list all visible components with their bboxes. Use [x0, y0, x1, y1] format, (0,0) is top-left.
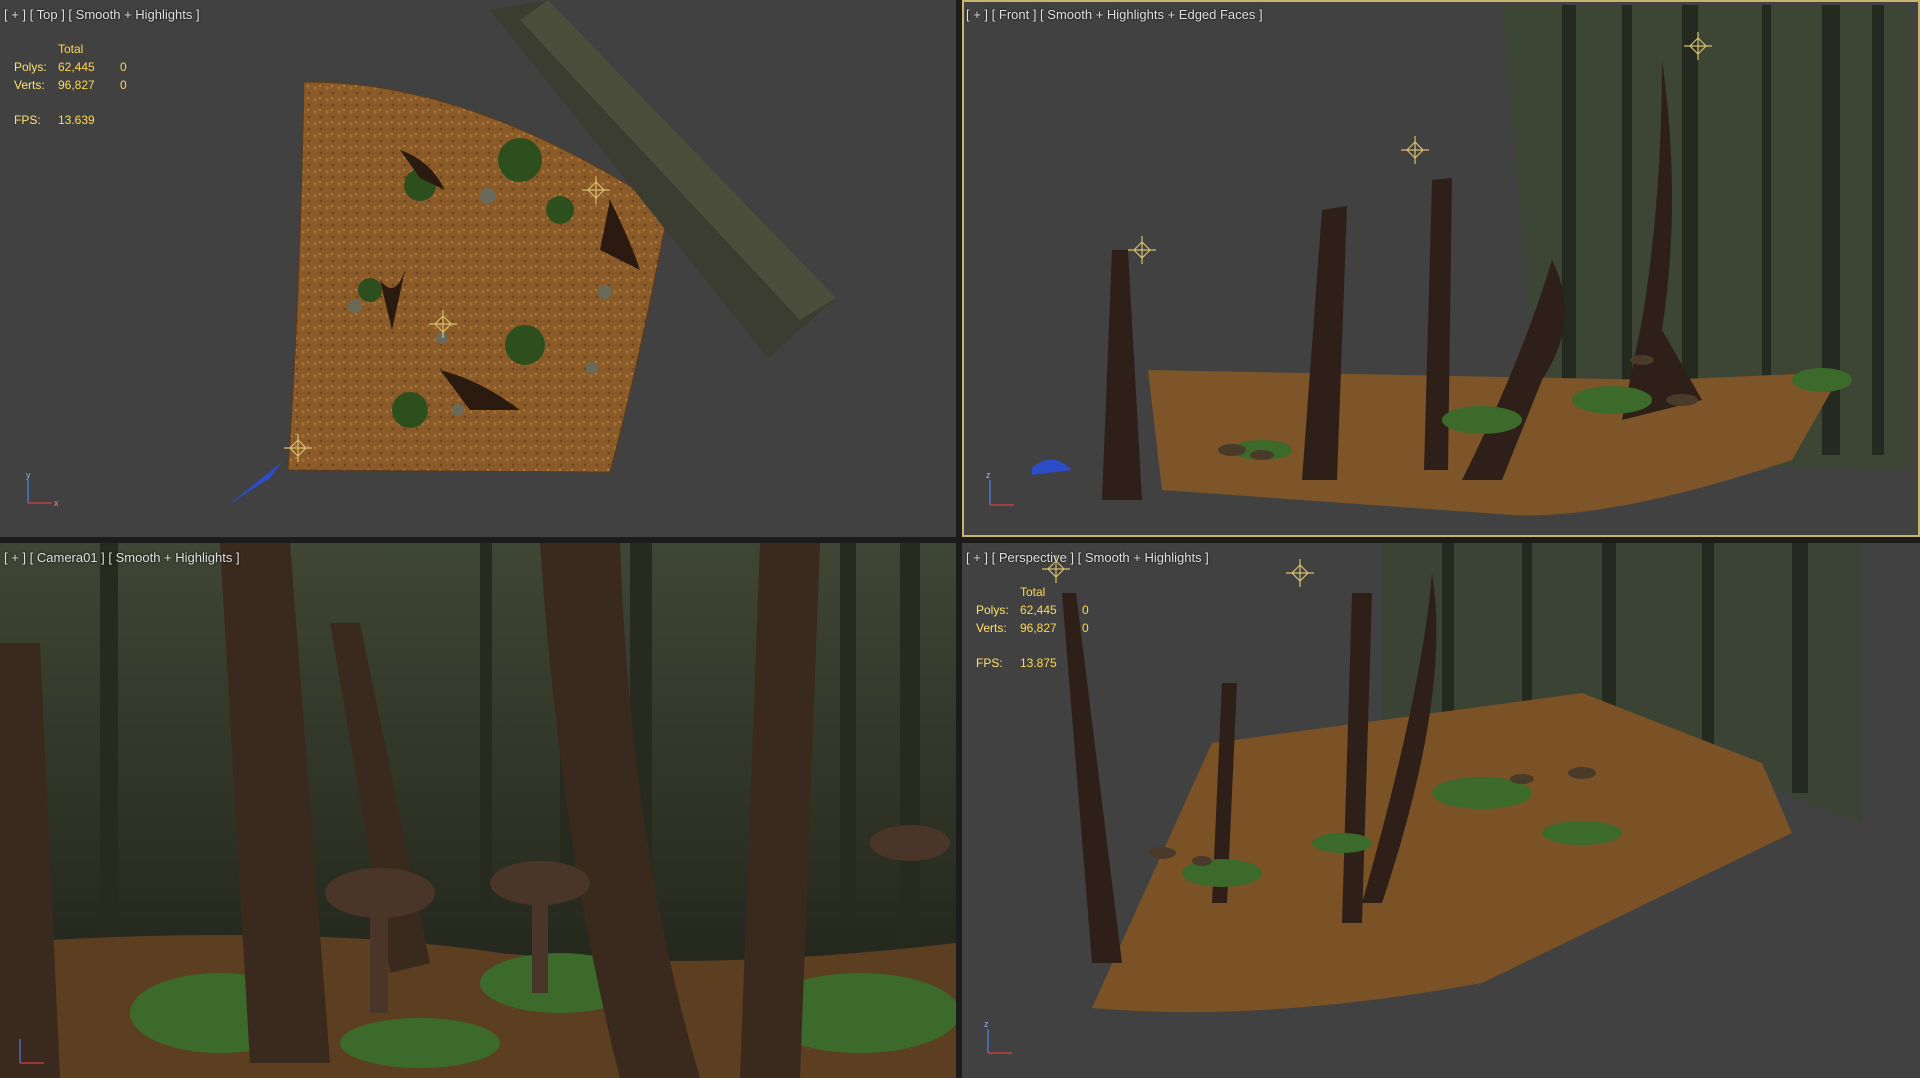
- stats-fps-row: FPS: 13.875: [976, 656, 1057, 670]
- svg-text:z: z: [986, 470, 991, 480]
- stats-verts-row: Verts: 96,827 0: [14, 78, 127, 92]
- axis-gizmo-icon: z: [986, 470, 1014, 506]
- viewport-label-top[interactable]: [ + ] [ Top ] [ Smooth + Highlights ]: [4, 7, 200, 22]
- light-helper-icon: [1128, 236, 1156, 264]
- camera-helper-icon: [1032, 459, 1072, 475]
- light-helper-icon: [1286, 559, 1314, 587]
- stats-fps-row: FPS: 13.639: [14, 113, 95, 127]
- viewport-label-front[interactable]: [ + ] [ Front ] [ Smooth + Highlights + …: [966, 7, 1263, 22]
- viewport-camera[interactable]: [ + ] [ Camera01 ] [ Smooth + Highlights…: [0, 543, 956, 1078]
- axis-gizmo-icon: y x: [26, 470, 59, 508]
- camera-helper-icon: [228, 462, 282, 505]
- front-scene: z: [986, 5, 1912, 516]
- ground-plane: [1092, 693, 1792, 1013]
- svg-text:y: y: [26, 470, 31, 480]
- viewport-label-camera[interactable]: [ + ] [ Camera01 ] [ Smooth + Highlights…: [4, 550, 240, 565]
- viewport-top[interactable]: [ + ] [ Top ] [ Smooth + Highlights ] To…: [0, 0, 956, 537]
- viewport-front[interactable]: [ + ] [ Front ] [ Smooth + Highlights + …: [962, 0, 1920, 537]
- axis-gizmo-icon: z: [984, 1019, 1012, 1054]
- viewport-perspective[interactable]: [ + ] [ Perspective ] [ Smooth + Highlig…: [962, 543, 1920, 1078]
- svg-text:z: z: [984, 1019, 989, 1029]
- light-helper-icon: [1401, 136, 1429, 164]
- stats-polys-row: Polys: 62,445 0: [14, 60, 127, 74]
- camera-scene: [0, 543, 956, 1078]
- stats-header: Total: [58, 42, 84, 56]
- stats-verts-row: Verts: 96,827 0: [976, 621, 1089, 635]
- svg-text:x: x: [54, 498, 59, 508]
- stats-overlay-perspective: Total Polys: 62,445 0 Verts: 96,827 0 FP…: [976, 583, 1112, 672]
- stats-overlay-top: Total Polys: 62,445 0 Verts: 96,827 0 FP…: [14, 40, 150, 129]
- viewport-label-perspective[interactable]: [ + ] [ Perspective ] [ Smooth + Highlig…: [966, 550, 1209, 565]
- stats-polys-row: Polys: 62,445 0: [976, 603, 1089, 617]
- stats-header: Total: [1020, 585, 1046, 599]
